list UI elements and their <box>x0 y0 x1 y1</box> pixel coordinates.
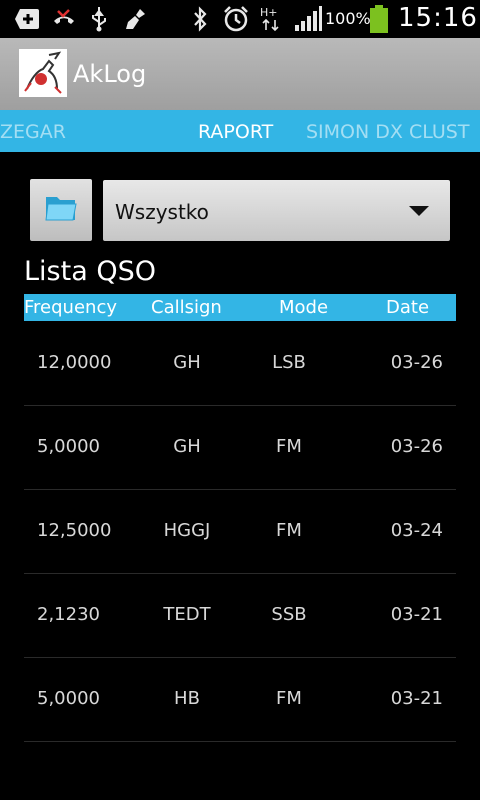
cell-mode: LSB <box>272 352 306 373</box>
battery-percent: 100% <box>325 9 371 28</box>
header-mode: Mode <box>279 297 329 318</box>
cell-date: 03-21 <box>390 604 443 625</box>
cell-callsign: GH <box>173 436 201 457</box>
header-date: Date <box>386 297 430 318</box>
clock: 15:16 <box>398 3 478 33</box>
signal-icon <box>294 6 322 32</box>
status-bar: H+ 100% 15:16 <box>0 0 480 38</box>
cell-mode: FM <box>276 688 302 709</box>
section-title: Lista QSO <box>24 256 156 287</box>
broom-icon <box>124 6 148 32</box>
table-header: Frequency Callsign Mode Date <box>24 294 456 321</box>
bluetooth-icon <box>191 6 209 32</box>
battery-icon <box>369 5 389 33</box>
cell-date: 03-26 <box>390 436 443 457</box>
cell-mode: FM <box>276 520 302 541</box>
cell-date: 03-26 <box>390 352 443 373</box>
header-frequency: Frequency <box>24 297 117 318</box>
app-logo-icon[interactable] <box>19 49 67 97</box>
cell-frequency: 5,0000 <box>37 436 100 457</box>
header-callsign: Callsign <box>151 297 222 318</box>
open-folder-button[interactable] <box>30 179 92 241</box>
missed-call-icon <box>51 6 77 32</box>
table-row[interactable]: 2,1230 TEDT SSB 03-21 <box>24 573 456 658</box>
tab-zegar[interactable]: ZEGAR <box>0 121 66 143</box>
notification-add-icon <box>14 6 40 32</box>
cell-frequency: 5,0000 <box>37 688 100 709</box>
filter-spinner[interactable]: Wszystko <box>103 180 450 241</box>
cell-callsign: TEDT <box>163 604 211 625</box>
app-title: AkLog <box>73 60 147 88</box>
tab-simon-dx-cluster[interactable]: SIMON DX CLUST <box>306 121 469 143</box>
action-bar: AkLog <box>0 38 480 110</box>
table-row[interactable]: 5,0000 GH FM 03-26 <box>24 405 456 490</box>
cell-frequency: 12,0000 <box>37 352 112 373</box>
alarm-icon <box>222 6 250 32</box>
cell-callsign: HGGJ <box>163 520 211 541</box>
tab-strip: ZEGAR RAPORT SIMON DX CLUST <box>0 110 480 152</box>
tab-raport[interactable]: RAPORT <box>198 121 273 143</box>
dropdown-arrow-icon <box>409 206 429 216</box>
usb-icon <box>88 6 110 32</box>
filter-selected-value: Wszystko <box>115 200 209 224</box>
svg-text:H+: H+ <box>260 6 278 19</box>
hplus-data-icon: H+ <box>259 6 283 32</box>
table-row[interactable]: 12,5000 HGGJ FM 03-24 <box>24 489 456 574</box>
table-row[interactable]: 5,0000 HB FM 03-21 <box>24 657 456 742</box>
cell-frequency: 12,5000 <box>37 520 112 541</box>
cell-date: 03-21 <box>390 688 443 709</box>
cell-callsign: GH <box>173 352 201 373</box>
cell-mode: FM <box>276 436 302 457</box>
cell-frequency: 2,1230 <box>37 604 100 625</box>
folder-icon <box>44 193 78 227</box>
table-row[interactable]: 12,0000 GH LSB 03-26 <box>24 321 456 406</box>
cell-callsign: HB <box>174 688 200 709</box>
cell-mode: SSB <box>271 604 307 625</box>
cell-date: 03-24 <box>390 520 443 541</box>
